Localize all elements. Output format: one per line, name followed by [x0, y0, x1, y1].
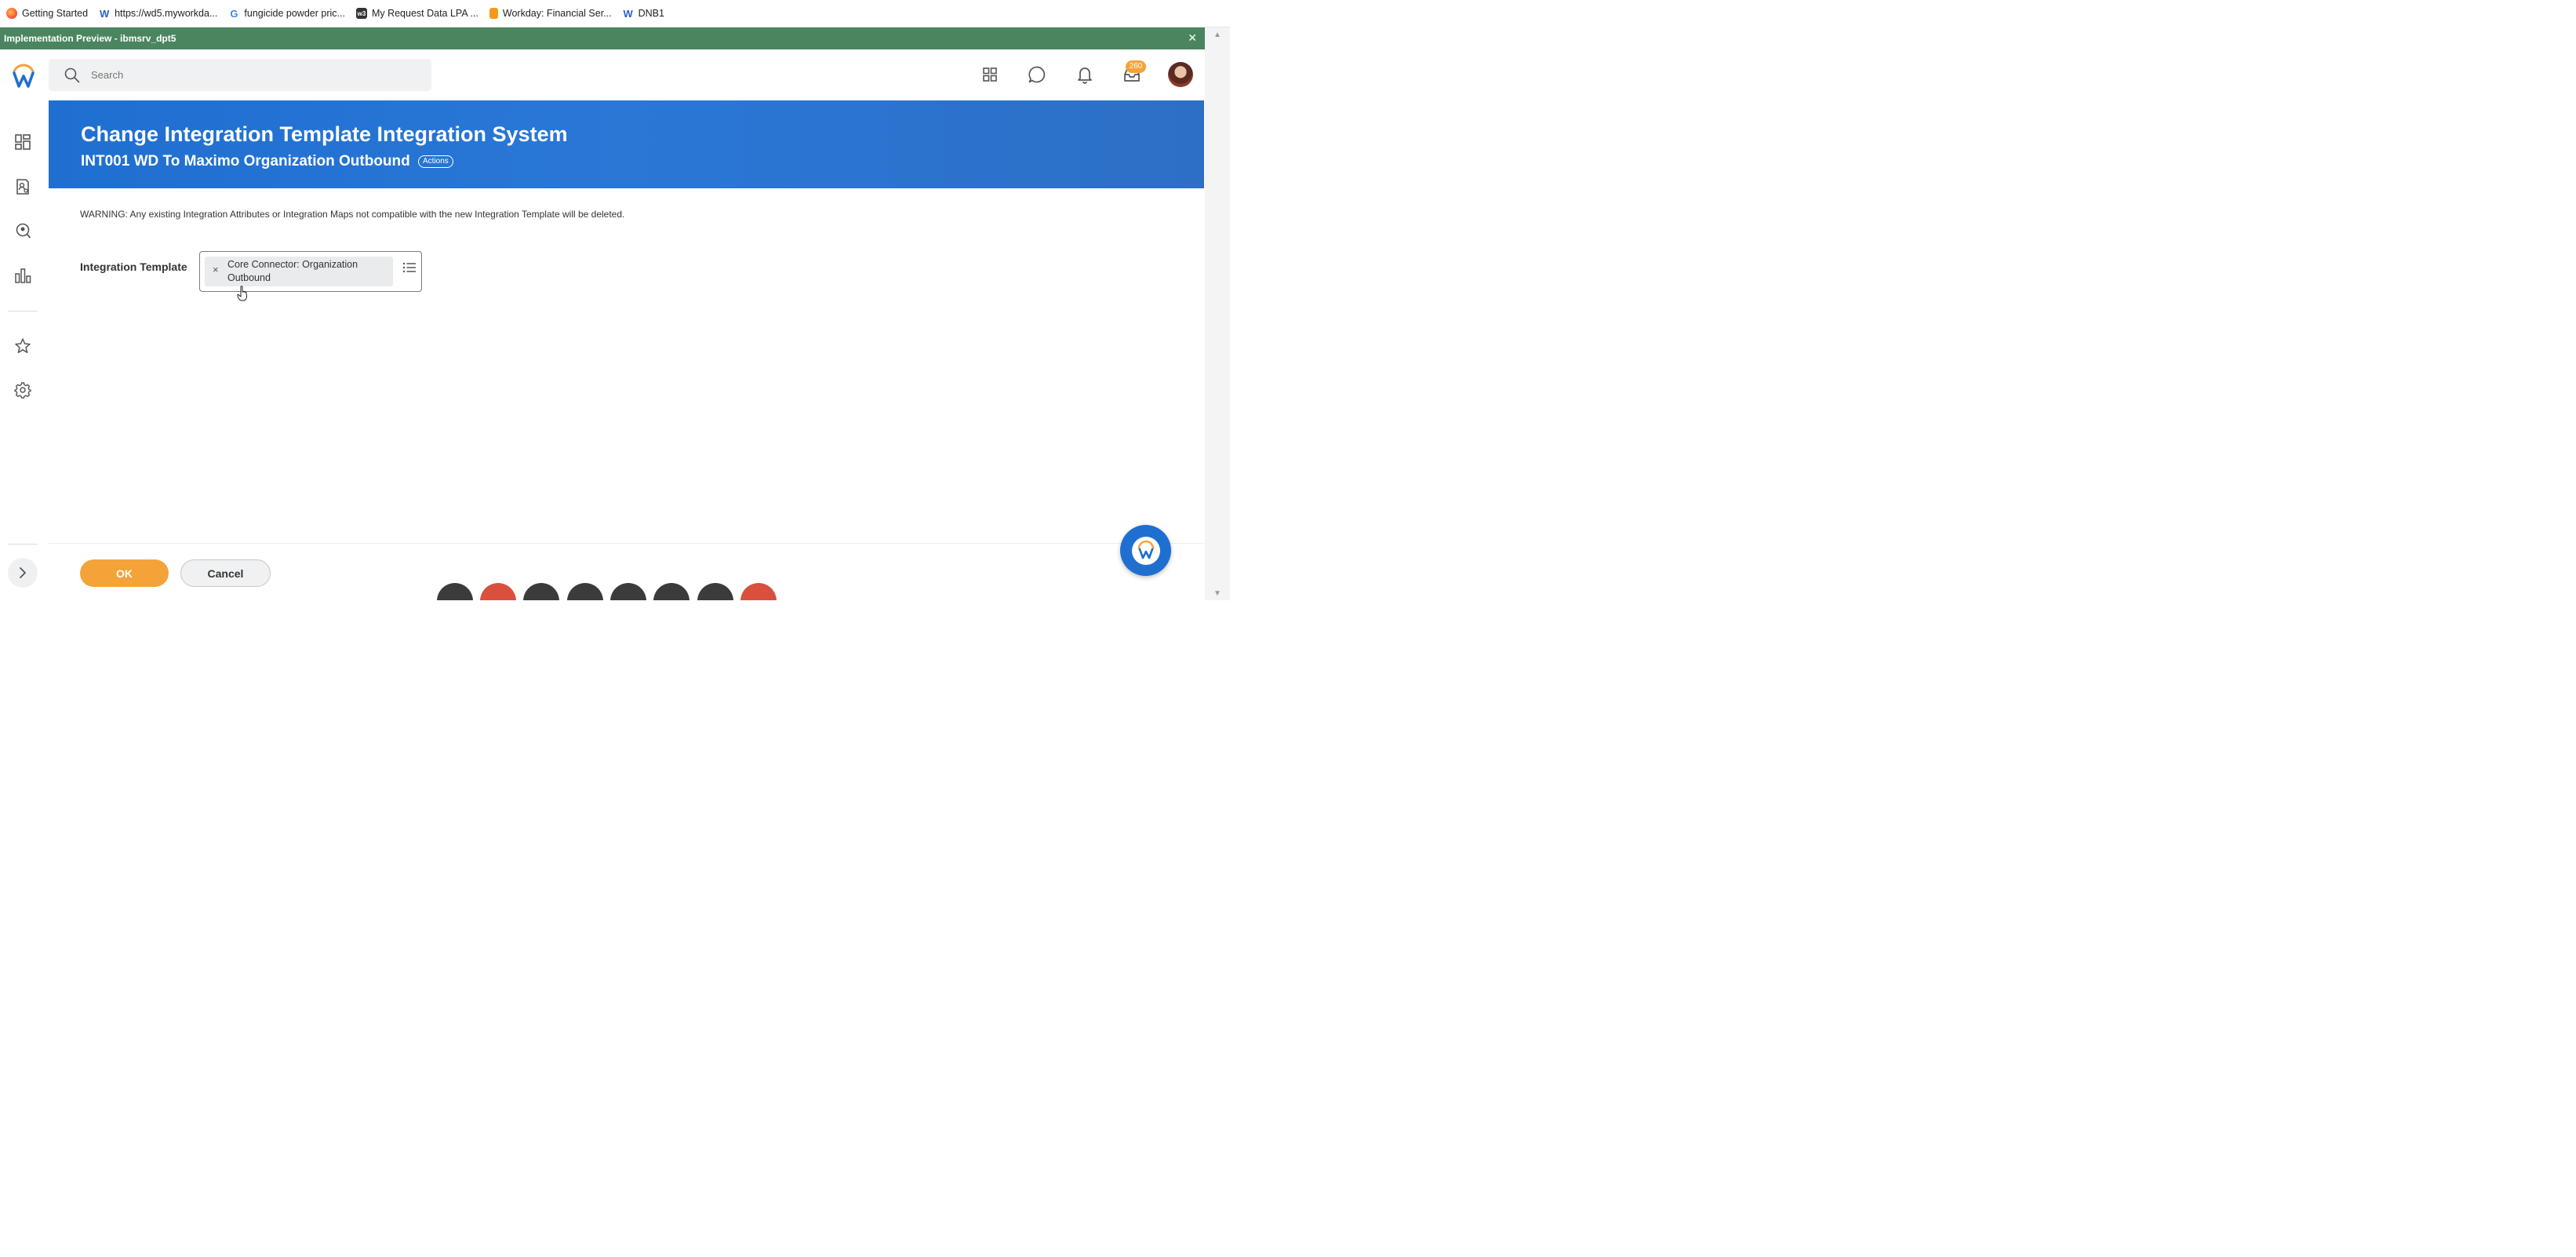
bookmark-workday-financial[interactable]: Workday: Financial Ser...	[489, 8, 612, 19]
favorites-star-icon[interactable]	[14, 337, 31, 355]
bookmark-request-data[interactable]: w3 My Request Data LPA ...	[355, 8, 478, 19]
meeting-chat-button[interactable]	[653, 583, 689, 600]
integration-template-prompt[interactable]: × Core Connector: Organization Outbound	[199, 251, 422, 292]
page-title: Change Integration Template Integration …	[81, 122, 568, 146]
prompt-list-icon[interactable]	[402, 261, 417, 274]
vertical-scrollbar[interactable]: ▲ ▼	[1205, 27, 1230, 600]
search-icon	[64, 67, 80, 82]
bookmark-fungicide[interactable]: G fungicide powder pric...	[228, 7, 345, 20]
implementation-preview-bar: Implementation Preview - ibmsrv_dpt5 ✕	[0, 27, 1205, 49]
bookmarks-bar: Getting Started W https://wd5.myworkda..…	[0, 0, 1230, 27]
bookmark-label: Getting Started	[22, 8, 89, 19]
warning-message: WARNING: Any existing Integration Attrib…	[80, 209, 625, 220]
meeting-leave-button[interactable]	[740, 583, 777, 600]
bookmark-label: DNB1	[638, 8, 664, 19]
scroll-up-icon[interactable]: ▲	[1213, 31, 1222, 39]
close-icon[interactable]: ✕	[1188, 31, 1197, 45]
meeting-record-button[interactable]	[567, 583, 603, 600]
left-navigation	[0, 100, 49, 600]
remove-selection-icon[interactable]: ×	[213, 264, 219, 275]
cancel-button[interactable]: Cancel	[180, 559, 271, 587]
preview-title: Implementation Preview - ibmsrv_dpt5	[4, 33, 176, 44]
footer-divider	[49, 543, 1204, 544]
meeting-mute-button[interactable]	[437, 583, 473, 600]
meeting-more-button[interactable]	[697, 583, 733, 600]
app-window: Getting Started W https://wd5.myworkda..…	[0, 0, 1230, 600]
top-header: 260	[0, 49, 1205, 100]
ok-button[interactable]: OK	[80, 559, 169, 587]
search-detail-icon[interactable]	[14, 222, 31, 239]
w3-icon: w3	[355, 8, 367, 19]
bookmark-label: My Request Data LPA ...	[371, 8, 478, 19]
meeting-video-button[interactable]	[480, 583, 516, 600]
settings-gear-icon[interactable]	[14, 381, 31, 399]
scroll-down-icon[interactable]: ▼	[1213, 589, 1222, 598]
chevron-right-icon	[20, 567, 26, 578]
person-search-icon[interactable]	[14, 178, 31, 195]
workday-icon: W	[623, 7, 633, 20]
firefox-icon	[6, 8, 17, 19]
search-input[interactable]	[91, 69, 389, 81]
actions-button[interactable]: Actions	[418, 155, 453, 168]
integration-template-label: Integration Template	[80, 261, 187, 273]
hand-cursor-icon	[237, 286, 248, 301]
nav-divider	[8, 311, 38, 312]
meeting-participants-button[interactable]	[610, 583, 646, 600]
search-box[interactable]	[49, 59, 431, 91]
page-banner: Change Integration Template Integration …	[49, 100, 1204, 188]
apps-grid-icon[interactable]	[981, 65, 999, 84]
google-icon: G	[230, 7, 238, 20]
expand-nav-button[interactable]	[8, 558, 38, 588]
bookmark-label: Workday: Financial Ser...	[502, 8, 612, 19]
workday-logo-icon[interactable]	[11, 62, 36, 89]
selected-value-pill[interactable]: × Core Connector: Organization Outbound	[205, 257, 393, 286]
bookmark-label: https://wd5.myworkda...	[115, 8, 218, 19]
bookmark-dnb1[interactable]: W DNB1	[623, 7, 664, 20]
meeting-share-button[interactable]	[523, 583, 559, 600]
nav-divider	[8, 544, 38, 545]
notifications-bell-icon[interactable]	[1075, 65, 1094, 84]
workday-icon: W	[99, 7, 110, 20]
bookmark-getting-started[interactable]: Getting Started	[6, 8, 88, 19]
inbox-count-badge: 260	[1126, 60, 1146, 73]
page-subtitle: INT001 WD To Maximo Organization Outboun…	[81, 153, 410, 169]
bag-icon	[489, 8, 498, 19]
bookmark-workday-url[interactable]: W https://wd5.myworkda...	[99, 7, 218, 20]
user-avatar[interactable]	[1168, 62, 1193, 87]
assistant-chat-icon	[1131, 536, 1160, 565]
reports-chart-icon[interactable]	[14, 267, 31, 284]
chat-bubble-icon[interactable]	[1028, 65, 1046, 84]
bookmark-label: fungicide powder pric...	[244, 8, 345, 19]
dashboard-icon[interactable]	[14, 133, 31, 151]
assistant-chat-button[interactable]	[1120, 525, 1171, 576]
selected-value-text: Core Connector: Organization Outbound	[227, 259, 358, 283]
